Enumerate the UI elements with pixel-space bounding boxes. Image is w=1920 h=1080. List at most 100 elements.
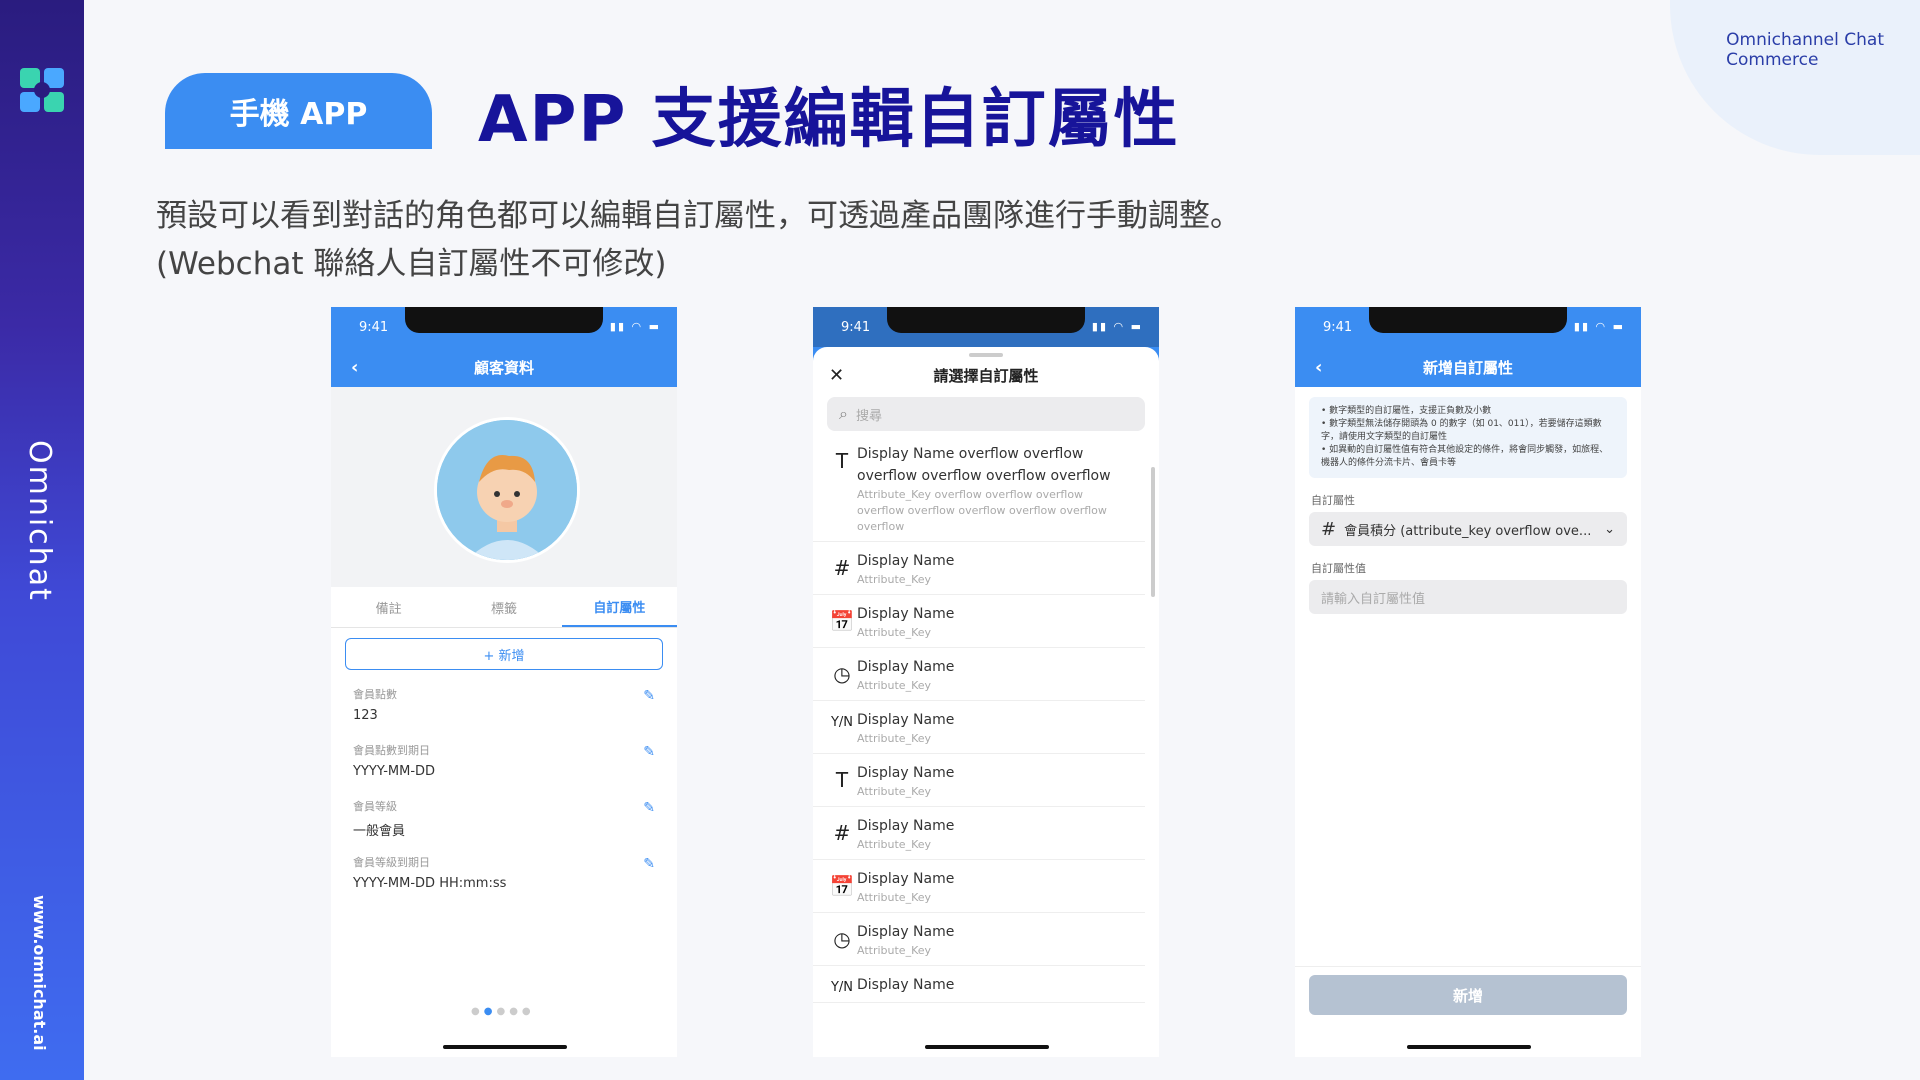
sidebar-url: www.omnichat.ai bbox=[30, 895, 49, 1051]
attribute-key: Attribute_Key bbox=[857, 626, 932, 639]
attribute-key: Attribute_Key bbox=[857, 573, 932, 586]
sidebar-brand-text: Omnichat bbox=[22, 440, 57, 602]
attribute-key: Attribute_Key bbox=[857, 838, 932, 851]
omnichat-logo-icon bbox=[20, 68, 64, 112]
attribute-list-item[interactable]: 📅 Display Name Attribute_Key bbox=[813, 595, 1145, 648]
avatar bbox=[434, 417, 580, 563]
notch bbox=[1369, 307, 1567, 333]
display-name: Display Name bbox=[857, 553, 955, 569]
search-placeholder: 搜尋 bbox=[855, 408, 882, 424]
avatar-area bbox=[331, 387, 677, 587]
phone-customer-profile: 9:41 ▮▮ ◠ ▬ ‹ 顧客資料 備註 標籤 自訂屬性 + 新增 會員點數 … bbox=[331, 307, 677, 1057]
scrollbar[interactable] bbox=[1151, 467, 1155, 597]
description-line2: (Webchat 聯絡人自訂屬性不可修改) bbox=[156, 246, 667, 282]
description: 預設可以看到對話的角色都可以編輯自訂屬性，可透過產品團隊進行手動調整。 (Web… bbox=[156, 192, 1241, 288]
attribute-key: Attribute_Key bbox=[857, 732, 932, 745]
field-value: 123 bbox=[353, 708, 378, 723]
edit-pencil-icon[interactable]: ✎ bbox=[643, 688, 655, 704]
number-type-icon: # bbox=[833, 821, 851, 845]
boolean-type-icon: Y/N bbox=[830, 715, 854, 730]
display-name: Display Name bbox=[857, 977, 955, 993]
attribute-list-item[interactable]: T Display Name overflow overflow overflow… bbox=[813, 435, 1145, 542]
tab-notes[interactable]: 備註 bbox=[331, 587, 446, 627]
display-name: Display Name overflow overflow overflow … bbox=[857, 446, 1111, 484]
notch bbox=[405, 307, 603, 333]
nav-bar: ‹ 顧客資料 bbox=[331, 347, 677, 387]
page-title: APP 支援編輯自訂屬性 bbox=[478, 83, 1180, 157]
search-input[interactable]: ⌕ 搜尋 bbox=[827, 397, 1145, 431]
info-line: • 數字類型無法儲存開頭為 0 的數字（如 01、011），若要儲存這類數字，請… bbox=[1321, 419, 1602, 442]
home-indicator bbox=[925, 1045, 1049, 1049]
date-type-icon: 📅 bbox=[829, 609, 855, 633]
status-time: 9:41 bbox=[359, 320, 389, 335]
attribute-list-item[interactable]: # Display Name Attribute_Key bbox=[813, 807, 1145, 860]
status-bar: 9:41 ▮▮ ◠ ▬ bbox=[813, 307, 1159, 347]
field-label: 會員點數到期日 bbox=[353, 744, 430, 757]
number-type-icon: # bbox=[1321, 518, 1337, 540]
status-bar: 9:41 ▮▮ ◠ ▬ bbox=[331, 307, 677, 347]
edit-pencil-icon[interactable]: ✎ bbox=[643, 744, 655, 760]
back-icon[interactable]: ‹ bbox=[351, 357, 358, 378]
page-indicator: ●●●●● bbox=[471, 1006, 535, 1017]
profile-tabs: 備註 標籤 自訂屬性 bbox=[331, 587, 677, 628]
attribute-list-item[interactable]: ◷ Display Name Attribute_Key bbox=[813, 913, 1145, 966]
display-name: Display Name bbox=[857, 765, 955, 781]
attribute-key: Attribute_Key overflow overflow overflow… bbox=[857, 488, 1107, 533]
attribute-key: Attribute_Key bbox=[857, 785, 932, 798]
home-indicator bbox=[443, 1045, 567, 1049]
back-icon[interactable]: ‹ bbox=[1315, 357, 1322, 378]
field-value: YYYY-MM-DD HH:mm:ss bbox=[353, 876, 507, 891]
signal-wifi-battery-icon: ▮▮ ◠ ▬ bbox=[609, 320, 661, 333]
screen-title: 新增自訂屬性 bbox=[1422, 358, 1513, 377]
phone-add-attribute: 9:41 ▮▮ ◠ ▬ ‹ 新增自訂屬性 • 數字類型的自訂屬性，支援正負數及小… bbox=[1295, 307, 1641, 1057]
brand-line1: Omnichannel Chat bbox=[1726, 30, 1884, 50]
attribute-list-item[interactable]: 📅 Display Name Attribute_Key bbox=[813, 860, 1145, 913]
display-name: Display Name bbox=[857, 606, 955, 622]
brand-line2: Commerce bbox=[1726, 50, 1819, 70]
info-box: • 數字類型的自訂屬性，支援正負數及小數 • 數字類型無法儲存開頭為 0 的數字… bbox=[1309, 397, 1627, 478]
attribute-field: 會員等級到期日 YYYY-MM-DD HH:mm:ss ✎ bbox=[331, 848, 677, 904]
attribute-key: Attribute_Key bbox=[857, 891, 932, 904]
attribute-field: 會員點數 123 ✎ bbox=[331, 680, 677, 736]
boolean-type-icon: Y/N bbox=[830, 980, 854, 995]
number-type-icon: # bbox=[833, 556, 851, 580]
attribute-select[interactable]: # 會員積分 (attribute_key overflow ove... ⌄ bbox=[1309, 512, 1627, 546]
display-name: Display Name bbox=[857, 659, 955, 675]
sheet-title: 請選擇自訂屬性 bbox=[933, 366, 1039, 385]
tab-tags[interactable]: 標籤 bbox=[446, 587, 561, 627]
attribute-value-input[interactable]: 請輸入自訂屬性值 bbox=[1309, 580, 1627, 614]
value-label: 自訂屬性值 bbox=[1311, 562, 1366, 575]
attribute-field: 會員點數到期日 YYYY-MM-DD ✎ bbox=[331, 736, 677, 792]
display-name: Display Name bbox=[857, 818, 955, 834]
display-name: Display Name bbox=[857, 871, 955, 887]
edit-pencil-icon[interactable]: ✎ bbox=[643, 800, 655, 816]
field-label: 會員等級 bbox=[353, 800, 397, 813]
signal-wifi-battery-icon: ▮▮ ◠ ▬ bbox=[1573, 320, 1625, 333]
edit-pencil-icon[interactable]: ✎ bbox=[643, 856, 655, 872]
description-line1: 預設可以看到對話的角色都可以編輯自訂屬性，可透過產品團隊進行手動調整。 bbox=[156, 198, 1241, 234]
attribute-list-item[interactable]: Y/N Display Name bbox=[813, 966, 1145, 1003]
section-pill: 手機 APP bbox=[165, 73, 432, 149]
avatar-illustration-icon bbox=[437, 420, 577, 560]
status-bar: 9:41 ▮▮ ◠ ▬ bbox=[1295, 307, 1641, 347]
submit-button[interactable]: 新增 bbox=[1309, 975, 1627, 1015]
attribute-list-item[interactable]: ◷ Display Name Attribute_Key bbox=[813, 648, 1145, 701]
status-time: 9:41 bbox=[841, 320, 871, 335]
add-attribute-button[interactable]: + 新增 bbox=[345, 638, 663, 670]
attribute-key: Attribute_Key bbox=[857, 679, 932, 692]
value-placeholder: 請輸入自訂屬性值 bbox=[1321, 591, 1426, 607]
bottom-action-bar: 新增 bbox=[1295, 966, 1641, 1057]
attribute-list-item[interactable]: # Display Name Attribute_Key bbox=[813, 542, 1145, 595]
attribute-list-item[interactable]: T Display Name Attribute_Key bbox=[813, 754, 1145, 807]
notch bbox=[887, 307, 1085, 333]
tab-custom-attributes[interactable]: 自訂屬性 bbox=[561, 587, 677, 627]
text-type-icon: T bbox=[835, 768, 849, 792]
close-icon[interactable]: ✕ bbox=[829, 365, 844, 386]
attribute-label: 自訂屬性 bbox=[1311, 494, 1355, 507]
display-name: Display Name bbox=[857, 924, 955, 940]
home-indicator bbox=[1407, 1045, 1531, 1049]
display-name: Display Name bbox=[857, 712, 955, 728]
attribute-picker-sheet: ✕ 請選擇自訂屬性 ⌕ 搜尋 T Display Name overflow ov… bbox=[813, 347, 1159, 1057]
attribute-list-item[interactable]: Y/N Display Name Attribute_Key bbox=[813, 701, 1145, 754]
signal-wifi-battery-icon: ▮▮ ◠ ▬ bbox=[1091, 320, 1143, 333]
